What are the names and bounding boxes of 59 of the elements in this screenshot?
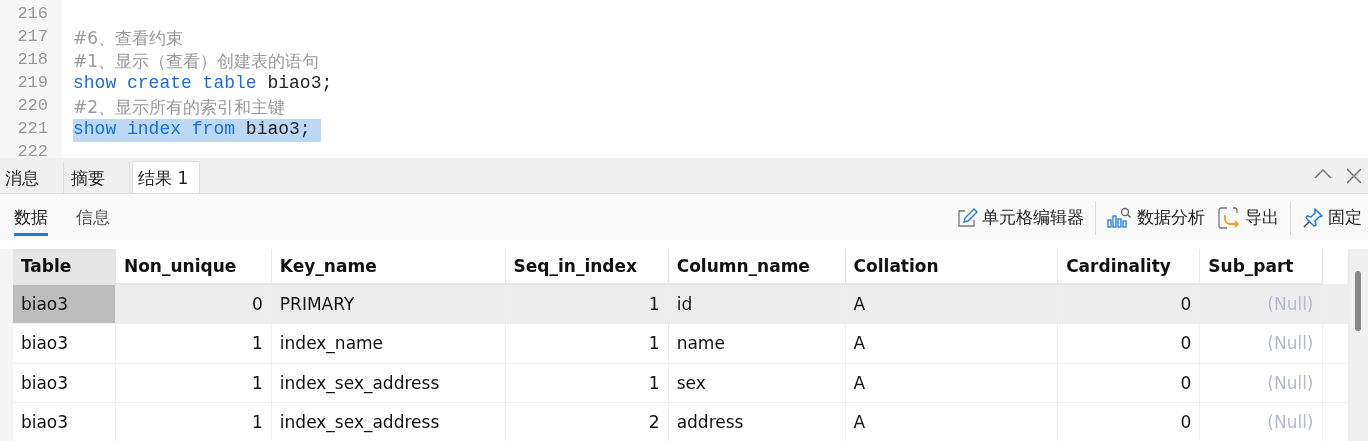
scrollbar[interactable] xyxy=(1349,249,1368,441)
code-line: show create table biao3; xyxy=(73,73,333,95)
table-cell: (Null) xyxy=(1199,323,1322,364)
toolbar-button[interactable]: 导出 xyxy=(1211,205,1285,230)
table-cell: 1 xyxy=(505,323,669,364)
table-cell: 0 xyxy=(1057,323,1200,364)
table-cell: biao3 xyxy=(12,323,116,364)
table-cell: A xyxy=(845,363,1058,403)
column-header[interactable]: Table xyxy=(12,249,116,284)
line-number: 218 xyxy=(16,50,49,71)
table-cell: 1 xyxy=(115,363,272,403)
table-cell: 1 xyxy=(115,323,272,364)
toolbar-button[interactable]: 固定 xyxy=(1296,206,1368,229)
line-number: 216 xyxy=(16,4,49,25)
table-cell: 0 xyxy=(1057,402,1200,441)
bar-chart-search-icon xyxy=(1107,206,1133,229)
table-cell: 1 xyxy=(505,363,669,403)
table-cell: PRIMARY xyxy=(271,284,506,324)
line-number: 220 xyxy=(16,96,49,117)
table-cell: A xyxy=(845,402,1058,441)
table-cell: id xyxy=(668,284,846,324)
table-cell: index_sex_address xyxy=(271,363,506,403)
view-tab[interactable]: 数据 xyxy=(14,199,48,236)
line-number: 222 xyxy=(16,142,49,158)
line-number: 217 xyxy=(16,27,49,48)
table-cell: 0 xyxy=(1057,363,1200,403)
table-cell: biao3 xyxy=(12,363,116,403)
toolbar-button[interactable]: 数据分析 xyxy=(1101,206,1211,229)
result-tab[interactable]: 结果 1 xyxy=(132,161,200,193)
table-cell: sex xyxy=(668,363,846,403)
toolbar-button[interactable]: 单元格编辑器 xyxy=(950,206,1090,229)
collapse-icon[interactable] xyxy=(1314,167,1332,180)
line-number: 219 xyxy=(16,73,49,94)
table-cell: index_name xyxy=(271,323,506,364)
close-icon[interactable] xyxy=(1346,167,1362,184)
line-number: 221 xyxy=(16,119,49,140)
pin-icon xyxy=(1302,206,1324,229)
pencil-icon xyxy=(956,206,978,229)
code-line: #1、显示（查看）创建表的语句 xyxy=(73,50,320,73)
table-cell: 1 xyxy=(505,284,669,324)
code-line: #2、显示所有的索引和主键 xyxy=(73,96,286,119)
table-cell: A xyxy=(845,284,1058,324)
scrollbar-thumb[interactable] xyxy=(1355,271,1362,331)
table-cell: name xyxy=(668,323,846,364)
code-line: #6、查看约束 xyxy=(73,27,184,50)
table-cell: biao3 xyxy=(12,284,116,324)
table-cell: 1 xyxy=(115,402,272,441)
table-cell: biao3 xyxy=(12,402,116,441)
table-cell: (Null) xyxy=(1199,363,1322,403)
export-icon xyxy=(1217,205,1241,230)
table-cell: 0 xyxy=(115,284,272,324)
table-cell: 0 xyxy=(1057,284,1200,324)
table-cell: (Null) xyxy=(1199,402,1322,441)
table-cell: (Null) xyxy=(1199,284,1322,324)
table-cell: A xyxy=(845,323,1058,364)
table-cell: address xyxy=(668,402,846,441)
table-cell: index_sex_address xyxy=(271,402,506,441)
table-cell: 2 xyxy=(505,402,669,441)
view-tab[interactable]: 信息 xyxy=(76,199,110,236)
